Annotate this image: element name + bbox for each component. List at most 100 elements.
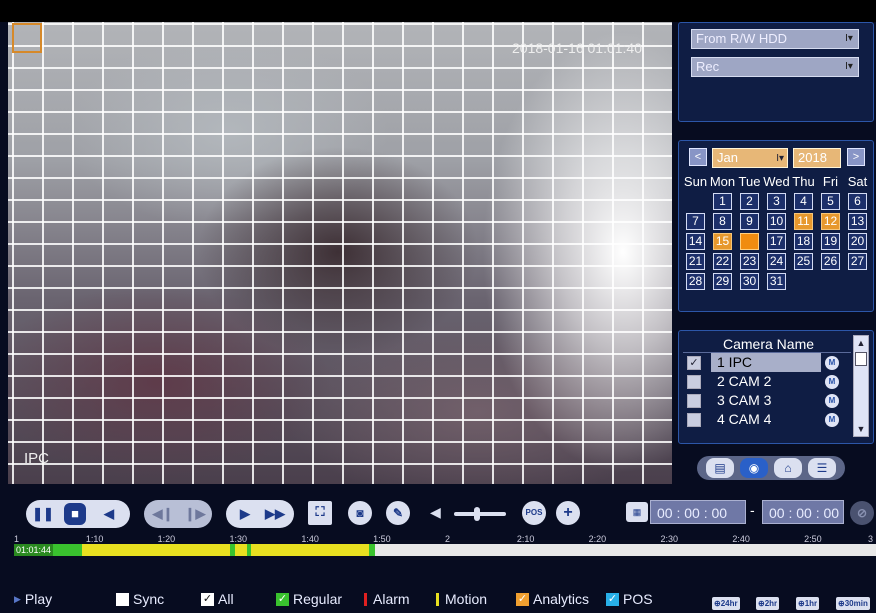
zoom-button[interactable]: ⊕30min — [836, 597, 870, 610]
calendar-day[interactable]: 25 — [794, 253, 813, 270]
list-view-icon[interactable]: ☰ — [808, 458, 836, 478]
main-stream-icon[interactable]: M — [825, 393, 839, 408]
camera-row[interactable]: 4 CAM 4 M — [683, 410, 851, 429]
volume-knob[interactable] — [474, 507, 480, 521]
sync-checkbox[interactable]: Sync — [116, 591, 164, 607]
camera-checkbox[interactable] — [687, 374, 701, 389]
snapshot-icon[interactable]: ◙ — [348, 501, 372, 525]
timeline[interactable]: 1 1:10 1:20 1:30 1:40 1:50 2 2:10 2:20 2:30 2:40 2:… — [14, 534, 876, 556]
add-clip-icon[interactable]: + — [556, 501, 580, 525]
year-select[interactable]: 2018 — [793, 148, 841, 168]
zoom-label: 1hr — [804, 599, 818, 608]
calendar-day[interactable]: 24 — [767, 253, 786, 270]
calendar-panel: < Jan I▾ 2018 > Sun Mon Tue Wed Thu Fri Sat 1 2 3… — [678, 140, 874, 312]
timeline-cursor[interactable]: 01:01:44 — [14, 544, 54, 556]
scroll-down-icon[interactable]: ▼ — [854, 422, 868, 436]
backup-icon[interactable]: ⊘ — [850, 501, 874, 525]
zoom-button[interactable]: ⊕2hr — [756, 597, 780, 610]
alarm-checkbox[interactable]: Alarm — [364, 591, 410, 607]
calendar-day[interactable]: 1 — [713, 193, 732, 210]
calendar-day[interactable]: 18 — [794, 233, 813, 250]
camera-list-scrollbar[interactable]: ▲ ▼ — [853, 335, 869, 437]
slow-play-icon[interactable]: ▶ — [234, 503, 256, 525]
camera-checkbox[interactable]: ✓ — [687, 355, 701, 370]
pos-icon[interactable]: POS — [522, 501, 546, 525]
start-time-field[interactable]: 00 : 00 : 00 — [650, 500, 746, 524]
pause-icon[interactable]: ❚❚ — [32, 503, 54, 525]
calendar-day[interactable]: 4 — [794, 193, 813, 210]
calendar-day[interactable]: 23 — [740, 253, 759, 270]
calendar-day[interactable]: 10 — [767, 213, 786, 230]
fisheye-icon[interactable]: ⛶ — [308, 501, 332, 525]
smart-search-icon[interactable]: ⌂ — [774, 458, 802, 478]
calendar-day[interactable] — [740, 233, 759, 250]
calendar-day[interactable]: 30 — [740, 273, 759, 290]
calendar-day[interactable]: 19 — [821, 233, 840, 250]
calendar-day[interactable]: 2 — [740, 193, 759, 210]
tag-icon[interactable]: ✎ — [386, 501, 410, 525]
time-range: ▦ 00 : 00 : 00 - 00 : 00 : 00 — [626, 500, 846, 524]
calendar-day[interactable]: 3 — [767, 193, 786, 210]
calendar-day[interactable]: 5 — [821, 193, 840, 210]
calendar-day[interactable]: 7 — [686, 213, 705, 230]
camera-row[interactable]: 2 CAM 2 M — [683, 372, 851, 391]
main-stream-icon[interactable]: M — [825, 355, 839, 370]
calendar-day[interactable]: 29 — [713, 273, 732, 290]
volume-track[interactable] — [454, 512, 506, 516]
scroll-up-icon[interactable]: ▲ — [854, 336, 868, 350]
calendar-day[interactable]: 6 — [848, 193, 867, 210]
calendar-day[interactable]: 15 — [713, 233, 732, 250]
clip-icon[interactable]: ▦ — [626, 502, 648, 522]
motion-record-segment — [251, 544, 369, 556]
regular-checkbox[interactable]: ✓ Regular — [276, 591, 342, 607]
month-select[interactable]: Jan I▾ — [712, 148, 788, 168]
stop-icon[interactable]: ■ — [64, 503, 86, 525]
main-stream-icon[interactable]: M — [825, 412, 839, 427]
zoom-icon: ⊕ — [838, 599, 845, 608]
motion-record-segment — [82, 544, 230, 556]
calendar-day[interactable]: 28 — [686, 273, 705, 290]
next-month-button[interactable]: > — [847, 148, 865, 166]
main-stream-icon[interactable]: M — [825, 374, 839, 389]
play-reverse-icon[interactable]: ◀ — [98, 503, 120, 525]
video-playback-area[interactable]: 2018-01-16 01:01:40 IPC — [8, 22, 672, 484]
calendar-day[interactable]: 27 — [848, 253, 867, 270]
calendar-day[interactable]: 8 — [713, 213, 732, 230]
calendar-day[interactable]: 31 — [767, 273, 786, 290]
camera-row[interactable]: ✓ 1 IPC M — [683, 353, 851, 372]
calendar-day[interactable]: 26 — [821, 253, 840, 270]
calendar-day[interactable]: 12 — [821, 213, 840, 230]
scroll-thumb[interactable] — [855, 352, 867, 366]
motion-checkbox[interactable]: Motion — [436, 591, 487, 607]
camera-checkbox[interactable] — [687, 393, 701, 408]
calendar-day[interactable]: 20 — [848, 233, 867, 250]
fast-play-icon[interactable]: ▶▶ — [264, 503, 286, 525]
calendar-day[interactable]: 13 — [848, 213, 867, 230]
alarm-label: Alarm — [373, 591, 410, 607]
next-frame-icon[interactable]: ❙▶ — [184, 503, 206, 525]
pos-checkbox[interactable]: ✓ POS — [606, 591, 653, 607]
zoom-button[interactable]: ⊕24hr — [712, 597, 740, 610]
calendar-day[interactable]: 22 — [713, 253, 732, 270]
analytics-checkbox[interactable]: ✓ Analytics — [516, 591, 589, 607]
all-checkbox[interactable]: ✓ All — [201, 591, 234, 607]
file-list-icon[interactable]: ▤ — [706, 458, 734, 478]
zoom-button[interactable]: ⊕1hr — [796, 597, 820, 610]
timeline-tick-label: 1 — [14, 534, 20, 544]
prev-frame-icon[interactable]: ◀❙ — [152, 503, 174, 525]
calendar-day[interactable]: 9 — [740, 213, 759, 230]
record-type-dropdown[interactable]: Rec I▾ — [691, 57, 859, 77]
empty-day — [817, 273, 844, 292]
timeline-track[interactable]: 01:01:44 — [14, 544, 876, 556]
camera-checkbox[interactable] — [687, 412, 701, 427]
calendar-day[interactable]: 17 — [767, 233, 786, 250]
calendar-day[interactable]: 11 — [794, 213, 813, 230]
calendar-day[interactable]: 21 — [686, 253, 705, 270]
source-device-dropdown[interactable]: From R/W HDD I▾ — [691, 29, 859, 49]
end-time-field[interactable]: 00 : 00 : 00 — [762, 500, 844, 524]
camera-row[interactable]: 3 CAM 3 M — [683, 391, 851, 410]
volume-control[interactable]: ◀ — [430, 504, 508, 524]
eye-icon[interactable]: ◉ — [740, 458, 768, 478]
calendar-day[interactable]: 14 — [686, 233, 705, 250]
prev-month-button[interactable]: < — [689, 148, 707, 166]
